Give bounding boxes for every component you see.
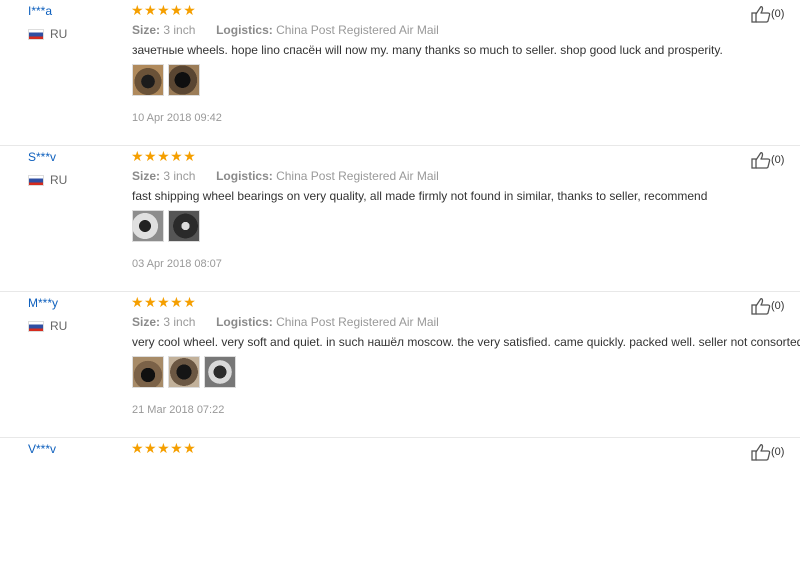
helpful-count: (0) [771,8,785,20]
review-item: S***v RU ★★★★★ Size: 3 inch Logistics: C… [0,146,800,292]
helpful-button[interactable]: (0) [751,5,784,23]
reviewer-country: RU [28,27,67,41]
logistics-label: Logistics: [216,169,273,183]
star-rating: ★★★★★ [131,148,197,164]
russia-flag-icon [28,174,44,186]
review-item: V***v ★★★★★ (0) [0,438,800,584]
country-code: RU [50,173,68,187]
review-photo-thumbnail[interactable] [132,210,164,242]
reviewer-name[interactable]: M***y [28,296,58,310]
logistics-value: China Post Registered Air Mail [276,23,439,37]
logistics-value: China Post Registered Air Mail [276,169,439,183]
review-photo-thumbnail[interactable] [204,356,236,388]
logistics-value: China Post Registered Air Mail [276,315,439,329]
helpful-count: (0) [771,154,785,166]
reviewer-country: RU [28,173,67,187]
size-value: 3 inch [163,169,196,183]
russia-flag-icon [28,28,44,40]
review-photos [132,64,200,96]
logistics-label: Logistics: [216,315,273,329]
review-date: 21 Mar 2018 07:22 [132,404,225,416]
review-photos [132,210,200,242]
helpful-count: (0) [771,446,785,458]
review-photo-thumbnail[interactable] [168,64,200,96]
star-rating: ★★★★★ [131,440,197,456]
star-rating: ★★★★★ [131,2,197,18]
review-date: 03 Apr 2018 08:07 [132,258,222,270]
russia-flag-icon [28,320,44,332]
review-date: 10 Apr 2018 09:42 [132,112,222,124]
helpful-count: (0) [771,300,785,312]
size-value: 3 inch [163,315,196,329]
thumbs-up-icon [751,444,771,461]
review-item: M***y RU ★★★★★ Size: 3 inch Logistics: C… [0,292,800,438]
logistics-label: Logistics: [216,23,273,37]
star-rating: ★★★★★ [131,294,197,310]
review-attributes: Size: 3 inch Logistics: China Post Regis… [132,169,439,183]
thumbs-up-icon [751,298,771,315]
review-photo-thumbnail[interactable] [132,356,164,388]
thumbs-up-icon [751,6,771,23]
thumbs-up-icon [751,152,771,169]
helpful-button[interactable]: (0) [751,443,784,461]
review-photo-thumbnail[interactable] [168,210,200,242]
review-text: зачетные wheels. hope lino спасён will n… [132,43,723,57]
review-photo-thumbnail[interactable] [168,356,200,388]
reviewer-name[interactable]: S***v [28,150,56,164]
country-code: RU [50,27,68,41]
review-text: fast shipping wheel bearings on very qua… [132,189,708,203]
review-photo-thumbnail[interactable] [132,64,164,96]
reviewer-name[interactable]: I***a [28,4,52,18]
helpful-button[interactable]: (0) [751,151,784,169]
reviewer-name[interactable]: V***v [28,442,56,456]
reviewer-country: RU [28,319,67,333]
helpful-button[interactable]: (0) [751,297,784,315]
review-attributes: Size: 3 inch Logistics: China Post Regis… [132,315,439,329]
review-photos [132,356,236,388]
review-item: I***a RU ★★★★★ Size: 3 inch Logistics: C… [0,0,800,146]
size-value: 3 inch [163,23,196,37]
size-label: Size: [132,169,161,183]
size-label: Size: [132,23,161,37]
review-text: very cool wheel. very soft and quiet. in… [132,335,800,349]
country-code: RU [50,319,68,333]
review-attributes: Size: 3 inch Logistics: China Post Regis… [132,23,439,37]
size-label: Size: [132,315,161,329]
